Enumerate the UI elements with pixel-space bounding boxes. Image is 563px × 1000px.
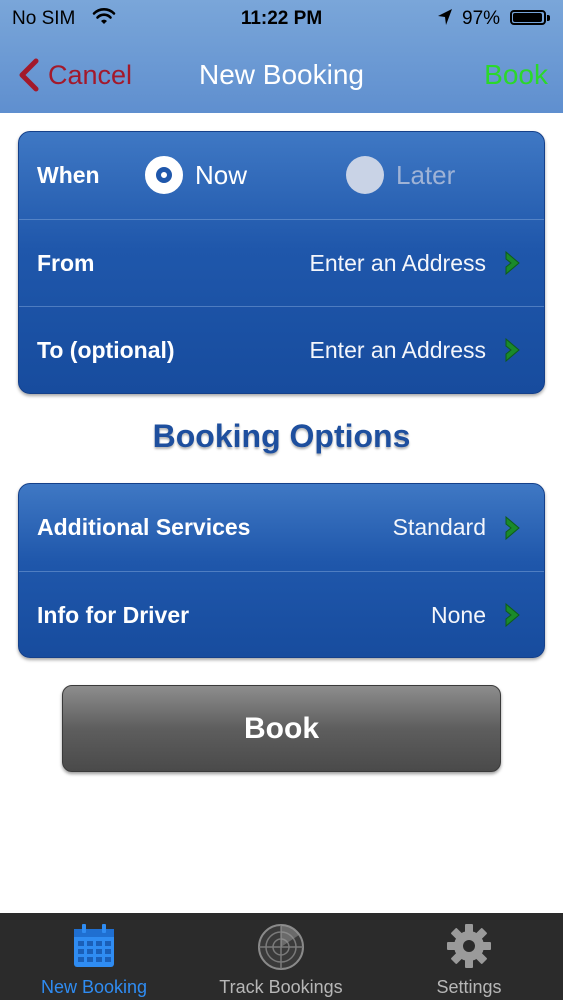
calendar-icon <box>0 923 188 969</box>
location-arrow-icon <box>436 7 454 33</box>
tab-label: Track Bookings <box>219 977 343 997</box>
options-panel: Additional Services Standard Info for Dr… <box>18 483 545 658</box>
book-button[interactable]: Book <box>62 685 501 772</box>
radar-icon <box>187 923 375 970</box>
to-row[interactable]: To (optional) Enter an Address <box>19 306 544 393</box>
info-for-driver-row[interactable]: Info for Driver None <box>19 571 544 657</box>
to-label: To (optional) <box>37 336 175 363</box>
now-label: Now <box>195 159 248 190</box>
chevron-right-icon <box>505 250 520 276</box>
services-value: Standard <box>392 514 486 540</box>
later-radio[interactable]: Later <box>346 156 455 194</box>
from-value: Enter an Address <box>309 249 486 276</box>
chevron-right-icon <box>505 515 520 540</box>
from-label: From <box>37 249 95 276</box>
radio-unselected-icon <box>346 156 384 194</box>
from-row[interactable]: From Enter an Address <box>19 219 544 306</box>
top-bar: No SIM 11:22 PM 97% Cancel New Booking B… <box>0 0 563 113</box>
booking-options-title: Booking Options <box>152 418 411 454</box>
tab-label: Settings <box>436 977 502 997</box>
nav-book-button[interactable]: Book <box>484 59 548 91</box>
page-title: New Booking <box>199 59 364 90</box>
when-row: When Now Later <box>19 132 544 219</box>
battery-icon <box>510 10 546 25</box>
driver-value: None <box>431 601 486 628</box>
gear-icon <box>375 923 563 969</box>
tab-settings[interactable]: Settings <box>375 913 563 1000</box>
battery-tip <box>547 15 550 21</box>
tab-label: New Booking <box>40 977 148 997</box>
battery-percent: 97% <box>462 8 501 29</box>
when-label: When <box>37 162 100 188</box>
now-radio[interactable]: Now <box>145 156 247 194</box>
to-value: Enter an Address <box>309 336 486 363</box>
services-label: Additional Services <box>37 514 251 540</box>
trip-panel: When Now Later From Enter an Address To … <box>18 131 545 394</box>
status-bar: No SIM 11:22 PM 97% <box>0 0 563 36</box>
tab-new-booking[interactable]: New Booking <box>0 913 188 1000</box>
tab-track-bookings[interactable]: Track Bookings <box>187 913 375 1000</box>
chevron-right-icon <box>505 337 520 363</box>
later-label: Later <box>396 159 456 190</box>
tab-bar: New Booking Track Bookings Settings <box>0 913 563 1000</box>
chevron-right-icon <box>505 602 520 628</box>
additional-services-row[interactable]: Additional Services Standard <box>19 484 544 571</box>
driver-label: Info for Driver <box>37 601 190 628</box>
radio-selected-icon <box>145 156 183 194</box>
